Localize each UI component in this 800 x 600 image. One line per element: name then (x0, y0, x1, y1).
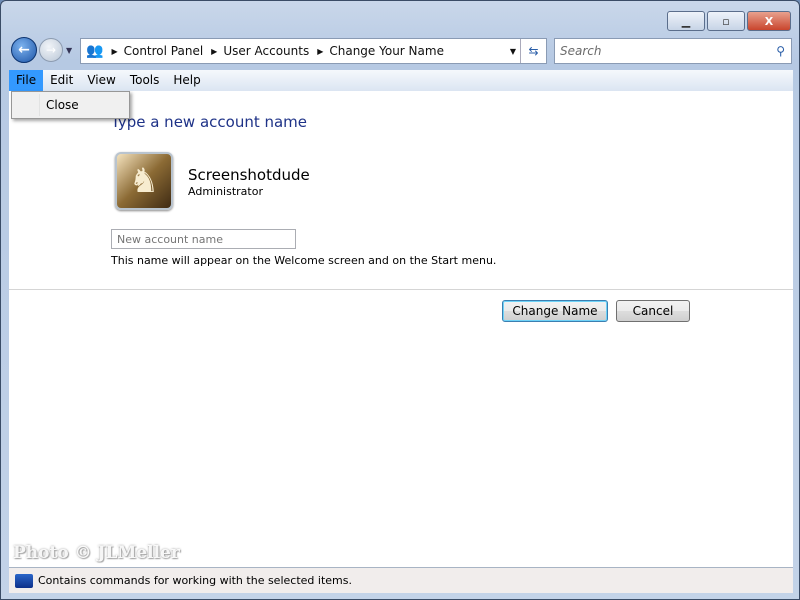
search-placeholder: Search (560, 44, 602, 58)
menu-tools[interactable]: Tools (123, 70, 167, 91)
menu-help[interactable]: Help (166, 70, 207, 91)
chevron-right-icon[interactable]: ▶ (317, 47, 323, 56)
content-area: Type a new account name ♞ Screenshotdude… (9, 91, 793, 567)
address-bar[interactable]: 👥 ▶ Control Panel ▶ User Accounts ▶ Change … (80, 38, 547, 64)
new-account-name-input[interactable] (111, 229, 296, 249)
menu-edit[interactable]: Edit (43, 70, 80, 91)
breadcrumb-change-your-name[interactable]: Change Your Name (329, 44, 444, 58)
hint-text: This name will appear on the Welcome scr… (111, 254, 497, 267)
menu-gutter (39, 94, 40, 116)
refresh-button[interactable]: ⇆ (520, 39, 546, 63)
address-dropdown[interactable]: ▼ (510, 47, 516, 56)
menu-file[interactable]: File (9, 70, 44, 91)
menu-bar: File Edit View Tools Help (9, 70, 793, 91)
search-icon[interactable]: ⚲ (776, 44, 785, 58)
window: ▁ ▫ X ← → ▼ 👥 ▶ Control Panel ▶ User Accou… (0, 0, 800, 600)
maximize-button[interactable]: ▫ (707, 11, 745, 31)
file-menu-dropdown: Close (11, 91, 130, 119)
cancel-button[interactable]: Cancel (616, 300, 690, 322)
breadcrumb-user-accounts[interactable]: User Accounts (223, 44, 309, 58)
menu-item-close[interactable]: Close (46, 98, 79, 112)
arrow-right-icon: → (45, 43, 57, 57)
page-title: Type a new account name (111, 113, 308, 131)
chevron-right-icon[interactable]: ▶ (111, 47, 117, 56)
close-button[interactable]: X (747, 11, 791, 31)
change-name-button[interactable]: Change Name (502, 300, 608, 322)
user-name: Screenshotdude (188, 166, 310, 184)
computer-icon (15, 573, 33, 588)
menu-view[interactable]: View (80, 70, 122, 91)
status-text: Contains commands for working with the s… (38, 574, 352, 587)
chevron-right-icon[interactable]: ▶ (211, 47, 217, 56)
arrow-left-icon: ← (18, 42, 30, 58)
divider (9, 289, 793, 290)
avatar: ♞ (115, 152, 173, 210)
user-role: Administrator (188, 185, 263, 198)
forward-button[interactable]: → (39, 38, 63, 62)
recent-pages-dropdown[interactable]: ▼ (66, 46, 72, 55)
minimize-button[interactable]: ▁ (667, 11, 705, 31)
status-bar: Contains commands for working with the s… (9, 567, 793, 593)
search-input[interactable]: Search ⚲ (554, 38, 792, 64)
breadcrumb-control-panel[interactable]: Control Panel (124, 44, 204, 58)
users-icon: 👥 (86, 43, 104, 59)
back-button[interactable]: ← (11, 37, 37, 63)
watermark: Photo © JLMeller (13, 543, 180, 563)
